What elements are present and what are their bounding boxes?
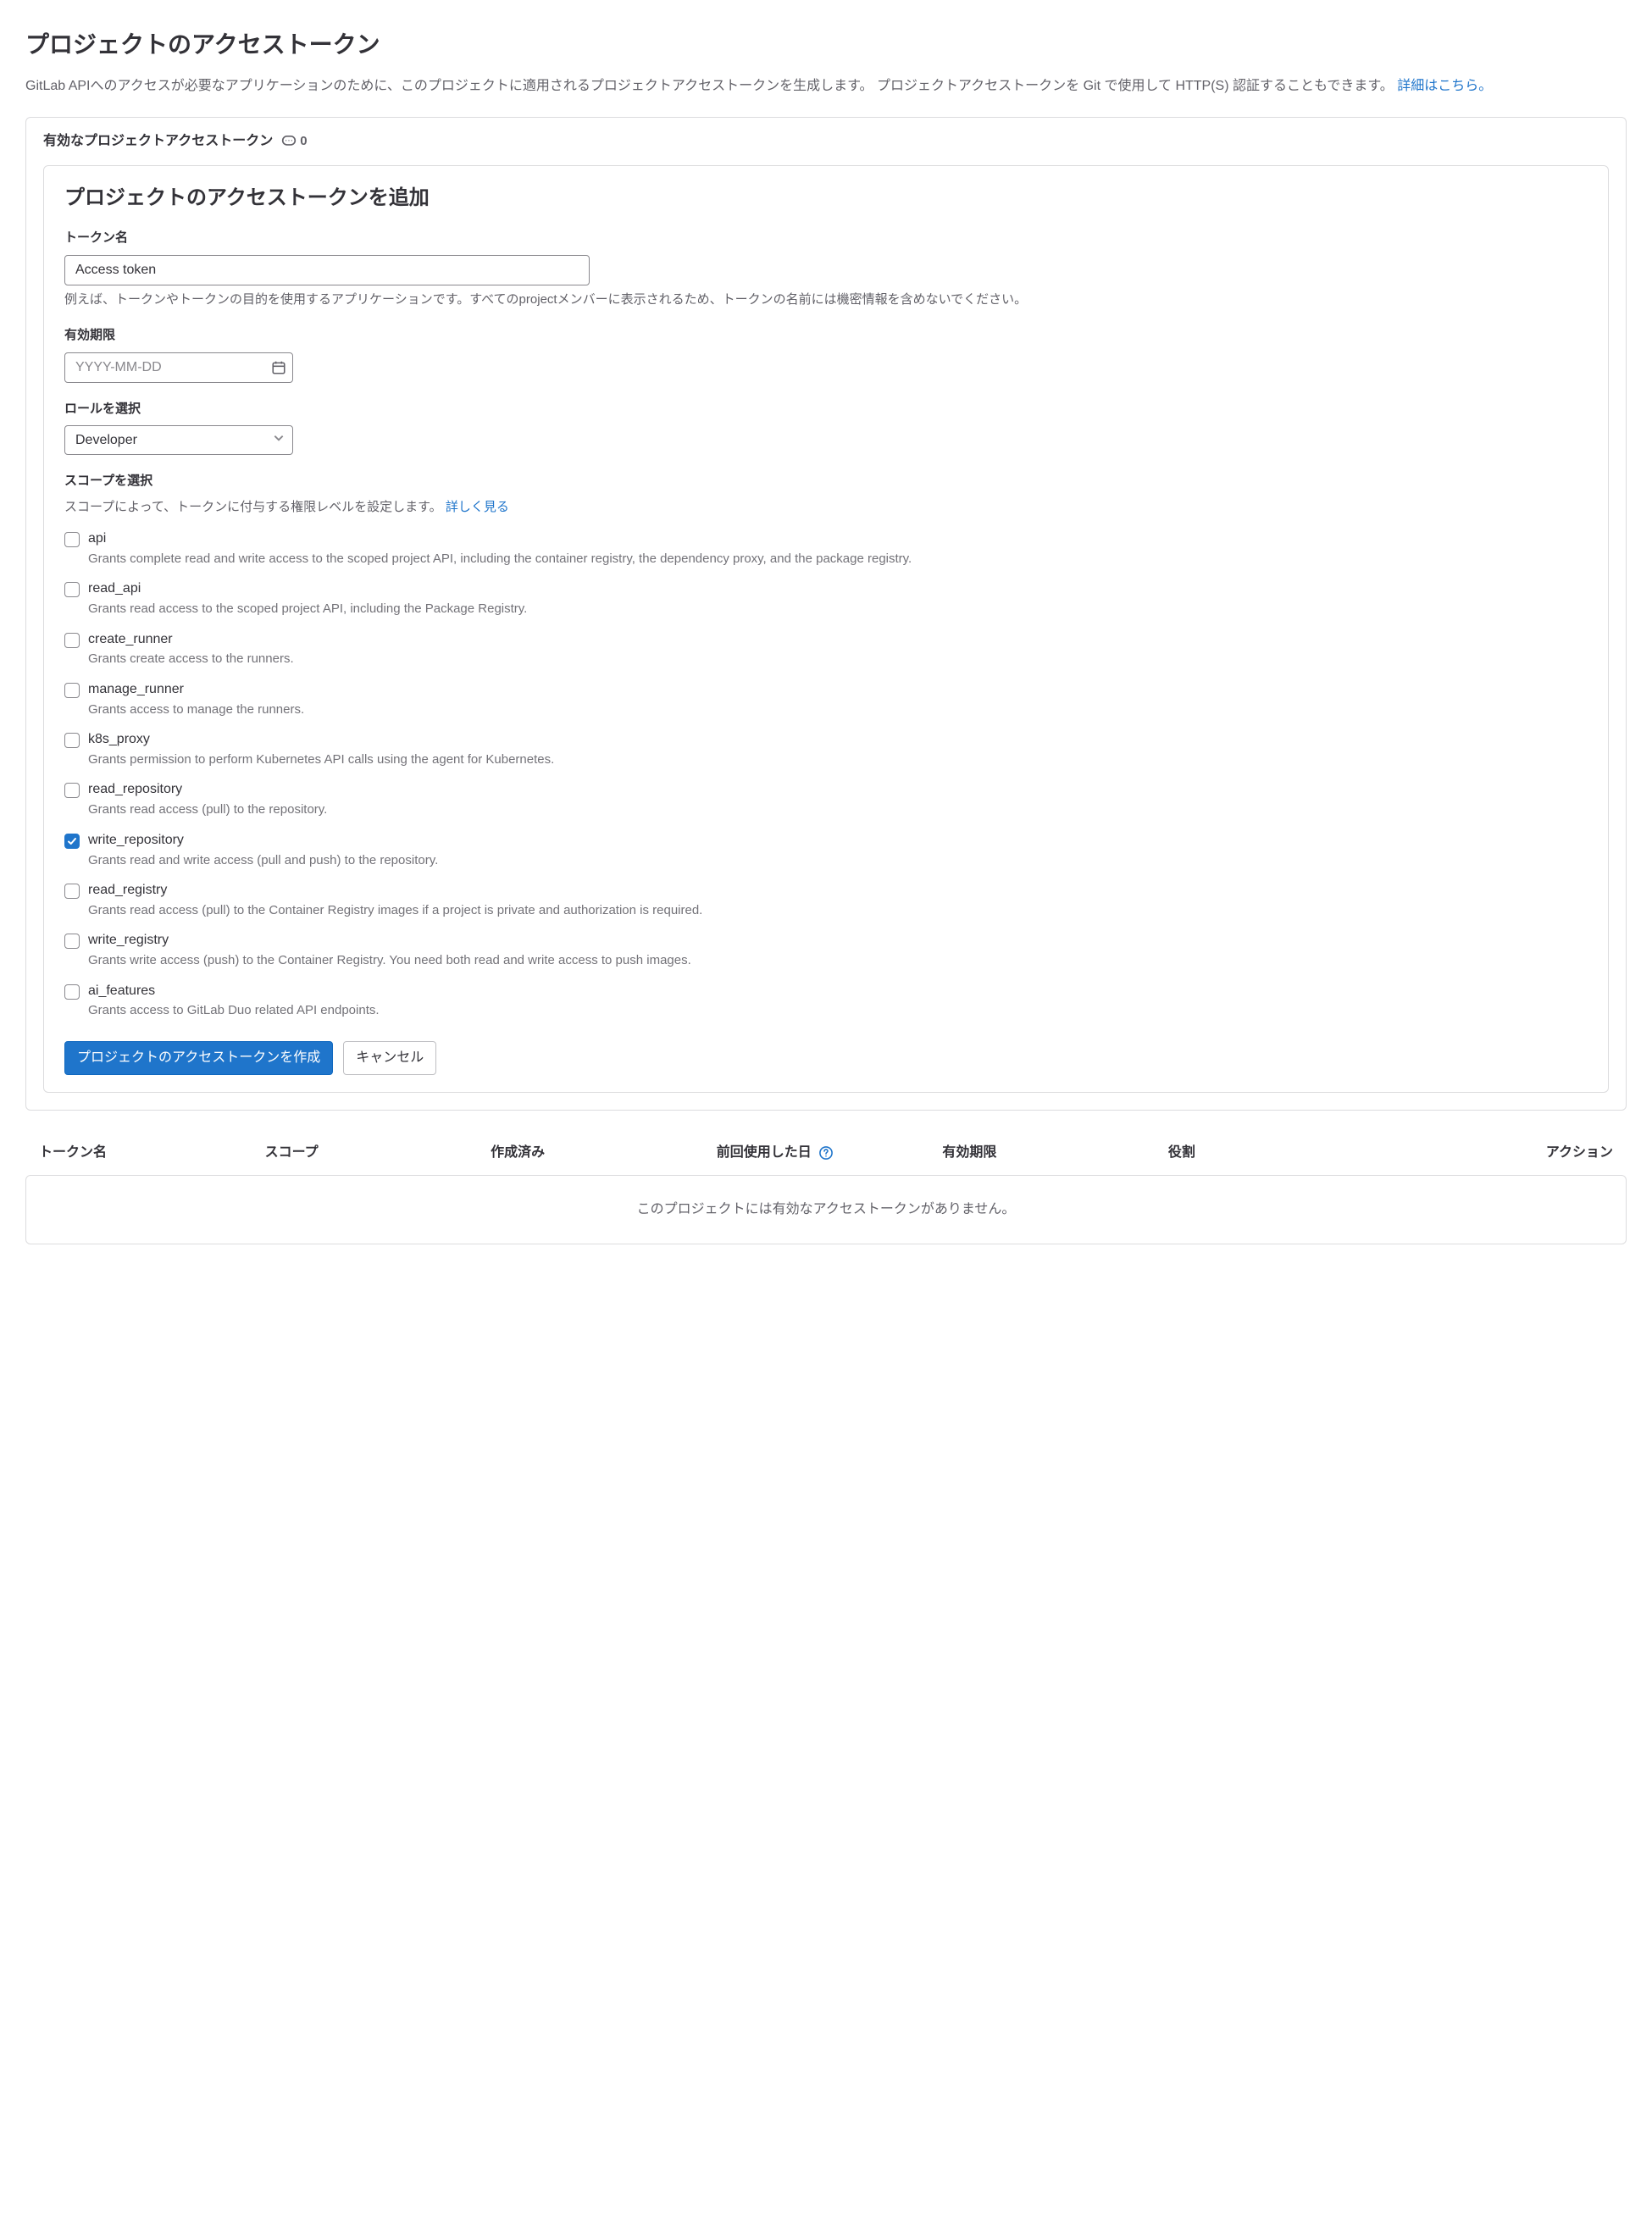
scope-checkbox-write_repository[interactable] [64,834,80,849]
token-count: 0 [300,132,307,152]
th-last-used: 前回使用した日 [717,1143,936,1163]
scope-item-write_repository: write_repositoryGrants read and write ac… [64,832,1588,870]
scope-name[interactable]: k8s_proxy [88,731,1588,749]
scope-checkbox-api[interactable] [64,532,80,547]
expires-input[interactable] [64,352,293,383]
expires-label: 有効期限 [64,326,1588,346]
scope-item-ai_features: ai_featuresGrants access to GitLab Duo r… [64,983,1588,1021]
th-name: トークン名 [39,1143,258,1163]
token-table: トークン名 スコープ 作成済み 前回使用した日 有効期限 役割 アクション この… [25,1131,1627,1244]
calendar-button[interactable] [268,357,290,379]
scope-description: Grants read access (pull) to the Contain… [88,901,1588,921]
page-description: GitLab APIへのアクセスが必要なアプリケーションのために、このプロジェク… [25,76,1627,97]
scope-checkbox-read_repository[interactable] [64,783,80,798]
scope-name[interactable]: ai_features [88,983,1588,1000]
scope-item-read_repository: read_repository Grants read access (pull)… [64,781,1588,819]
scope-item-read_registry: read_registryGrants read access (pull) t… [64,882,1588,920]
learn-more-link[interactable]: 詳細はこちら。 [1397,79,1492,93]
scope-checkbox-read_api[interactable] [64,582,80,597]
form-title: プロジェクトのアクセストークンを追加 [64,183,1588,213]
th-created: 作成済み [491,1143,710,1163]
token-name-label: トークン名 [64,229,1588,248]
th-expires: 有効期限 [942,1143,1161,1163]
scope-description: Grants access to GitLab Duo related API … [88,1001,1588,1021]
scope-item-api: api Grants complete read and write access… [64,530,1588,568]
scope-name[interactable]: manage_runner [88,681,1588,699]
scopes-help: スコープによって、トークンに付与する権限レベルを設定します。 詳しく見る [64,498,1588,518]
role-label: ロールを選択 [64,400,1588,419]
scope-item-manage_runner: manage_runner Grants access to manage the… [64,681,1588,719]
th-action: アクション [1394,1143,1613,1163]
create-token-button[interactable]: プロジェクトのアクセストークンを作成 [64,1041,333,1075]
cancel-button[interactable]: キャンセル [343,1041,436,1075]
scope-list: api Grants complete read and write access… [64,530,1588,1021]
page-title: プロジェクトのアクセストークン [25,27,1627,63]
scope-checkbox-create_runner[interactable] [64,633,80,648]
scope-name[interactable]: read_api [88,580,1588,598]
scope-checkbox-k8s_proxy[interactable] [64,733,80,748]
scope-description: Grants read access (pull) to the reposit… [88,801,1588,820]
token-name-help: 例えば、トークンやトークンの目的を使用するアプリケーションです。すべてのproj… [64,291,1588,310]
role-select[interactable]: Developer [64,425,293,455]
table-empty-message: このプロジェクトには有効なアクセストークンがありません。 [25,1175,1627,1244]
active-tokens-title: 有効なプロジェクトアクセストークン [43,131,273,152]
scope-name[interactable]: read_registry [88,882,1588,900]
scope-description: Grants read and write access (pull and p… [88,851,1588,871]
scope-description: Grants access to manage the runners. [88,701,1588,720]
scope-item-create_runner: create_runnerGrants create access to the… [64,631,1588,669]
scope-name[interactable]: create_runner [88,631,1588,649]
comment-icon [281,134,297,149]
scope-name[interactable]: write_registry [88,932,1588,950]
scope-name[interactable]: write_repository [88,832,1588,850]
scope-description: Grants create access to the runners. [88,650,1588,669]
add-token-form: プロジェクトのアクセストークンを追加 トークン名 例えば、トークンやトークンの目… [43,165,1609,1093]
scope-name[interactable]: read_repository [88,781,1588,799]
tokens-card: 有効なプロジェクトアクセストークン 0 プロジェクトのアクセストークンを追加 ト… [25,117,1627,1111]
scope-checkbox-read_registry[interactable] [64,884,80,899]
scope-description: Grants complete read and write access to… [88,550,1588,569]
th-scopes: スコープ [265,1143,485,1163]
card-header: 有効なプロジェクトアクセストークン 0 [26,118,1626,165]
table-header-row: トークン名 スコープ 作成済み 前回使用した日 有効期限 役割 アクション [25,1131,1627,1175]
help-icon[interactable] [818,1145,834,1161]
scope-checkbox-ai_features[interactable] [64,984,80,1000]
scopes-label: スコープを選択 [64,472,1588,491]
scope-description: Grants read access to the scoped project… [88,600,1588,619]
scope-checkbox-write_registry[interactable] [64,934,80,949]
scope-description: Grants write access (push) to the Contai… [88,951,1588,971]
th-role: 役割 [1168,1143,1388,1163]
token-name-input[interactable] [64,255,590,285]
scope-name[interactable]: api [88,530,1588,548]
page-description-text: GitLab APIへのアクセスが必要なアプリケーションのために、このプロジェク… [25,79,1394,93]
scope-item-write_registry: write_registryGrants write access (push)… [64,932,1588,970]
scopes-learn-more-link[interactable]: 詳しく見る [446,500,509,514]
calendar-icon [271,360,286,375]
scope-item-read_api: read_api Grants read access to the scoped… [64,580,1588,618]
scope-description: Grants permission to perform Kubernetes … [88,751,1588,770]
scope-checkbox-manage_runner[interactable] [64,683,80,698]
token-count-badge: 0 [281,132,307,152]
scope-item-k8s_proxy: k8s_proxy Grants permission to perform Ku… [64,731,1588,769]
